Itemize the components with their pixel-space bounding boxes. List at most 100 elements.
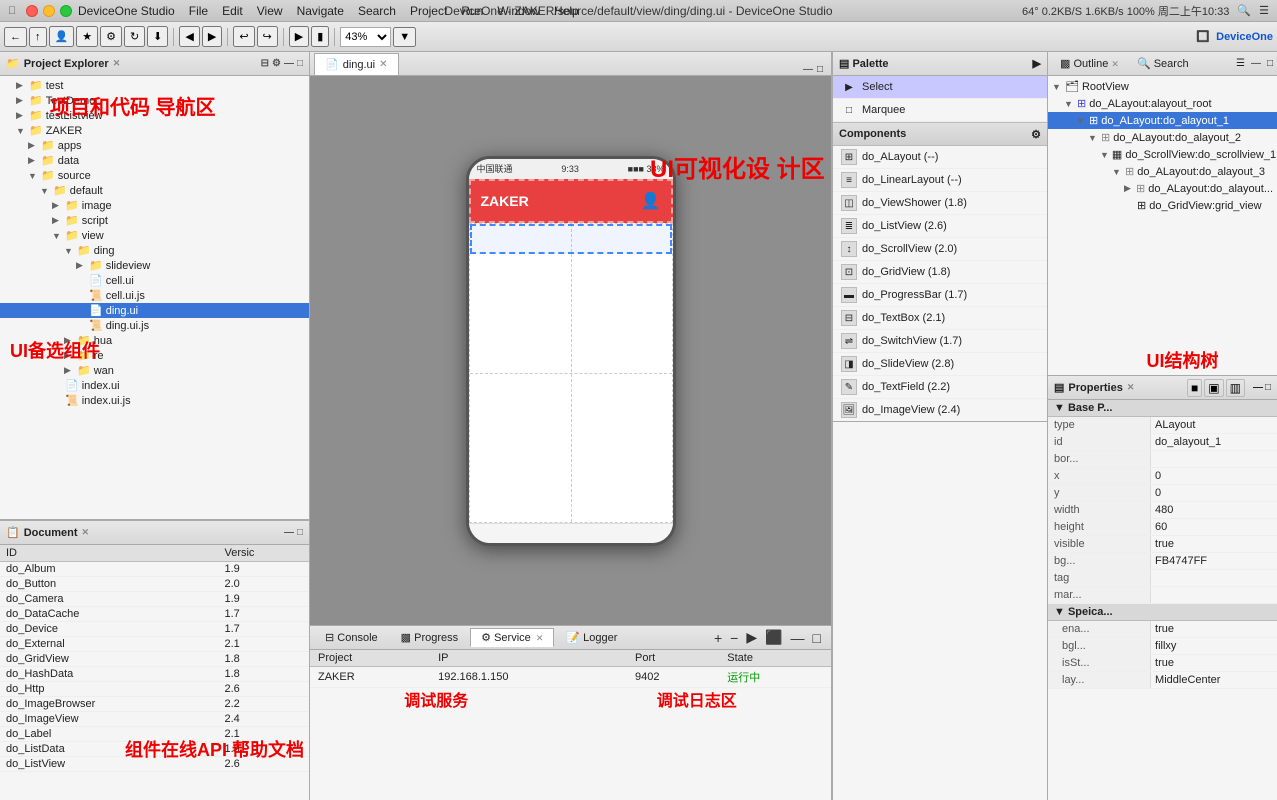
far-tabs-collapse[interactable]: ☰ (1236, 58, 1245, 69)
prop-value-cell[interactable]: FB4747FF (1151, 553, 1277, 569)
menu-search[interactable]: Search (358, 4, 396, 18)
tree-item-hua[interactable]: ▶📁hua (0, 333, 309, 348)
tree-item-view[interactable]: ▼📁view (0, 228, 309, 243)
tree-item-image[interactable]: ▶📁image (0, 198, 309, 213)
palette-expand-icon[interactable]: ▶ (1033, 57, 1041, 70)
tree-item-zaker[interactable]: ▼📁ZAKER (0, 123, 309, 138)
toolbar-button-7[interactable]: ⬇ (147, 26, 168, 47)
document-scroll[interactable]: ID Versic do_Album1.9do_Button2.0do_Came… (0, 545, 309, 800)
toolbar-button-2[interactable]: ↑ (29, 27, 47, 47)
tree-item-apps[interactable]: ▶📁apps (0, 138, 309, 153)
prop-value-cell[interactable] (1151, 451, 1277, 467)
maximize-panel-icon[interactable]: □ (297, 58, 303, 69)
outline-gridview[interactable]: ⊞do_GridView:grid_view (1048, 197, 1277, 214)
components-settings-icon[interactable]: ⚙ (1031, 128, 1041, 141)
menu-project[interactable]: Project (410, 4, 447, 18)
doc-table-row[interactable]: do_Label2.1 (0, 727, 309, 742)
menu-file[interactable]: File (189, 4, 208, 18)
menu-edit[interactable]: Edit (222, 4, 243, 18)
prop-value-cell[interactable]: do_alayout_1 (1151, 434, 1277, 450)
prop-tool-3[interactable]: ▥ (1226, 379, 1245, 397)
tree-item-default[interactable]: ▼📁default (0, 183, 309, 198)
prop-maximize-icon[interactable]: □ (1265, 382, 1271, 393)
maximize-editor-icon[interactable]: □ (817, 64, 823, 75)
bottom-tab-progress[interactable]: ▩ Progress (390, 628, 470, 647)
minimize-window-button[interactable] (43, 5, 55, 17)
doc-table-row[interactable]: do_ImageView2.4 (0, 712, 309, 727)
toolbar-stop[interactable]: ▮ (311, 26, 329, 47)
doc-table-row[interactable]: do_HashData1.8 (0, 667, 309, 682)
speica-prop-value[interactable]: true (1151, 655, 1277, 671)
doc-maximize-icon[interactable]: □ (297, 527, 303, 538)
add-service-button[interactable]: + (712, 630, 724, 646)
outline-alayout-inner[interactable]: ▶⊞do_ALayout:do_alayout... (1048, 180, 1277, 197)
doc-minimize-icon[interactable]: — (284, 527, 294, 538)
search-tab[interactable]: 🔍 Search (1129, 55, 1197, 72)
prop-tool-1[interactable]: ■ (1187, 379, 1202, 397)
palette-item[interactable]: ≣do_ListView (2.6) (833, 215, 1047, 238)
palette-item[interactable]: ⊡do_GridView (1.8) (833, 261, 1047, 284)
palette-select[interactable]: ▶ Select (833, 76, 1047, 99)
menu-navigate[interactable]: Navigate (297, 4, 344, 18)
outline-tab[interactable]: ▩ Outline ✕ (1052, 55, 1127, 72)
doc-table-row[interactable]: do_Device1.7 (0, 622, 309, 637)
tree-item-test[interactable]: ▶📁test (0, 78, 309, 93)
bottom-tab-console[interactable]: ⊟ Console (314, 628, 389, 647)
toolbar-button-1[interactable]: ← (4, 27, 27, 47)
collapse-icon[interactable]: ⊟ (261, 58, 269, 69)
speica-prop-value[interactable]: fillxy (1151, 638, 1277, 654)
palette-item[interactable]: ▬do_ProgressBar (1.7) (833, 284, 1047, 307)
selection-handle[interactable] (470, 224, 672, 254)
palette-item[interactable]: ↕do_ScrollView (2.0) (833, 238, 1047, 261)
doc-table-row[interactable]: do_ListView2.6 (0, 757, 309, 772)
tree-item-script[interactable]: ▶📁script (0, 213, 309, 228)
tree-item-wan[interactable]: ▶📁wan (0, 363, 309, 378)
toolbar-button-4[interactable]: ★ (76, 26, 98, 47)
zoom-select[interactable]: 43% 50% 75% 100% (340, 27, 391, 47)
maximize-window-button[interactable] (60, 5, 72, 17)
palette-item[interactable]: ⊟do_TextBox (2.1) (833, 307, 1047, 330)
prop-value-cell[interactable]: true (1151, 536, 1277, 552)
tree-item-cellui[interactable]: 📄cell.ui (0, 273, 309, 288)
minimize-editor-icon[interactable]: — (803, 64, 813, 75)
close-window-button[interactable] (26, 5, 38, 17)
maximize-bottom-button[interactable]: □ (811, 630, 823, 646)
doc-table-row[interactable]: do_DataCache1.7 (0, 607, 309, 622)
prop-value-cell[interactable]: 0 (1151, 485, 1277, 501)
service-table-row[interactable]: ZAKER192.168.1.1509402运行中 (310, 667, 831, 688)
outline-rootview[interactable]: ▼🗂RootView (1048, 78, 1277, 95)
doc-table-row[interactable]: do_ImageBrowser2.2 (0, 697, 309, 712)
settings-icon[interactable]: ⚙ (272, 58, 281, 69)
palette-item[interactable]: ⊞do_ALayout (--) (833, 146, 1047, 169)
doc-table-row[interactable]: do_Camera1.9 (0, 592, 309, 607)
toolbar-redo[interactable]: ↪ (257, 26, 278, 47)
zoom-dropdown[interactable]: ▼ (393, 27, 416, 47)
far-tabs-minimize[interactable]: — (1251, 58, 1261, 69)
bottom-tab-logger[interactable]: 📝 Logger (555, 628, 628, 647)
doc-table-row[interactable]: do_External2.1 (0, 637, 309, 652)
toolbar-button-6[interactable]: ↻ (124, 26, 145, 47)
palette-item[interactable]: ⇌do_SwitchView (1.7) (833, 330, 1047, 353)
stop-service-button[interactable]: ⬛ (763, 629, 784, 646)
run-service-button[interactable]: ▶ (744, 629, 759, 646)
prop-value-cell[interactable] (1151, 570, 1277, 586)
doc-table-row[interactable]: do_Button2.0 (0, 577, 309, 592)
speica-prop-value[interactable]: true (1151, 621, 1277, 637)
doc-table-row[interactable]: do_GridView1.8 (0, 652, 309, 667)
palette-item[interactable]: ◫do_ViewShower (1.8) (833, 192, 1047, 215)
outline-alayout-root[interactable]: ▼⊞do_ALayout:alayout_root (1048, 95, 1277, 112)
doc-table-row[interactable]: do_ListData1.8 (0, 742, 309, 757)
outline-alayout-2[interactable]: ▼⊞do_ALayout:do_alayout_2 (1048, 129, 1277, 146)
toolbar-run[interactable]: ▶ (289, 26, 309, 47)
prop-value-cell[interactable]: 60 (1151, 519, 1277, 535)
palette-item[interactable]: 🖼do_ImageView (2.4) (833, 399, 1047, 421)
tree-item-dinguijs[interactable]: 📜ding.ui.js (0, 318, 309, 333)
prop-value-cell[interactable] (1151, 587, 1277, 603)
prop-value-cell[interactable]: 480 (1151, 502, 1277, 518)
outline-alayout-1[interactable]: ▼⊞do_ALayout:do_alayout_1 (1048, 112, 1277, 129)
minimize-bottom-button[interactable]: — (789, 630, 807, 646)
toolbar-button-5[interactable]: ⚙ (100, 26, 122, 47)
toolbar-button-9[interactable]: ▶ (202, 26, 222, 47)
palette-item[interactable]: ◨do_SlideView (2.8) (833, 353, 1047, 376)
toolbar-button-8[interactable]: ◀ (179, 26, 199, 47)
